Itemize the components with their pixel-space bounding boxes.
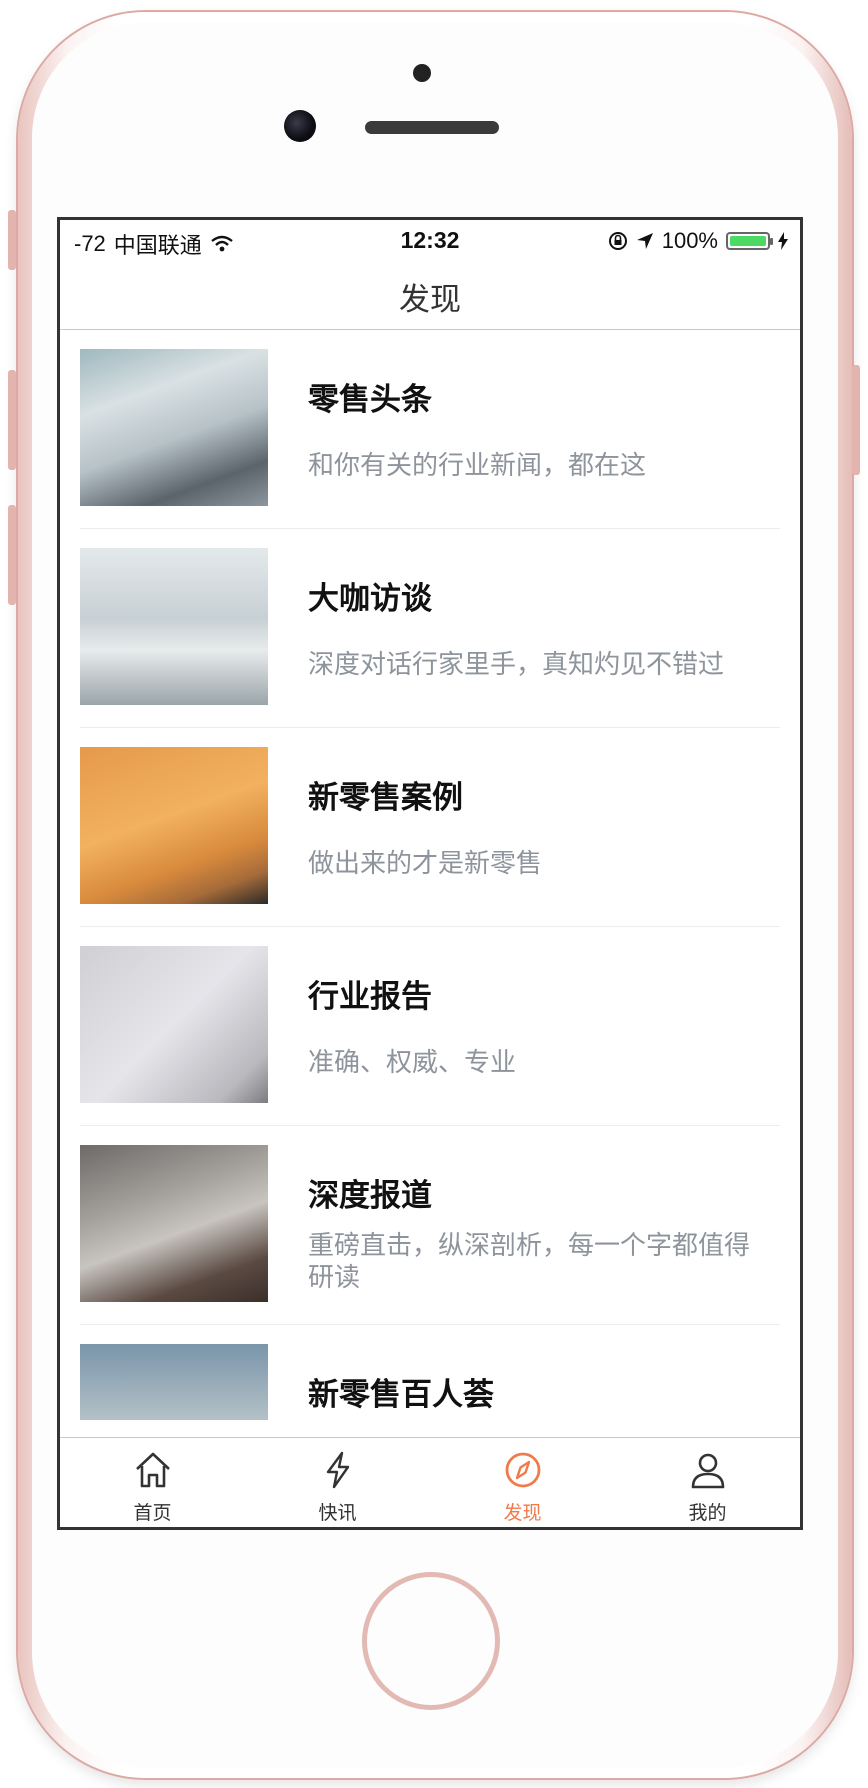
list-item[interactable]: 行业报告 准确、权威、专业 — [80, 927, 780, 1126]
pens-thumbnail — [80, 946, 268, 1103]
power-button — [852, 365, 860, 475]
tab-discover[interactable]: 发现 — [430, 1438, 615, 1527]
mute-switch — [8, 210, 16, 270]
item-title: 深度报道 — [308, 1178, 432, 1214]
home-icon — [135, 1452, 170, 1488]
user-icon — [691, 1453, 724, 1489]
volume-up-button — [8, 370, 16, 470]
charging-bolt-icon — [778, 232, 788, 250]
front-camera — [284, 110, 316, 142]
list-item[interactable]: 深度报道 重磅直击，纵深剖析，每一个字都值得研读 — [80, 1126, 780, 1325]
tab-label: 快讯 — [318, 1502, 357, 1524]
laptop-thumbnail — [80, 1145, 268, 1302]
status-bar: -72 中国联通 12:32 100% — [60, 220, 800, 260]
navigation-bar: 发现 — [60, 260, 800, 330]
compass-icon — [505, 1452, 540, 1488]
lightning-icon — [326, 1451, 349, 1489]
home-button[interactable] — [362, 1572, 500, 1710]
discover-list[interactable]: 零售头条 和你有关的行业新闻，都在这 大咖访谈 深度对话行家里手，真知灼见不错过… — [60, 330, 800, 1420]
earpiece-speaker — [365, 121, 499, 134]
tab-home[interactable]: 首页 — [60, 1438, 245, 1527]
list-item[interactable]: 零售头条 和你有关的行业新闻，都在这 — [80, 330, 780, 529]
tab-label: 我的 — [688, 1502, 727, 1524]
item-title: 大咖访谈 — [308, 581, 432, 617]
list-item[interactable]: 新零售百人荟 — [80, 1325, 780, 1420]
page-title: 发现 — [399, 282, 461, 318]
item-description: 和你有关的行业新闻，都在这 — [308, 451, 647, 481]
list-item[interactable]: 大咖访谈 深度对话行家里手，真知灼见不错过 — [80, 529, 780, 728]
skyline-thumbnail — [80, 1344, 268, 1420]
rotation-lock-icon — [608, 232, 627, 250]
list-item[interactable]: 新零售案例 做出来的才是新零售 — [80, 728, 780, 927]
item-title: 新零售百人荟 — [308, 1377, 494, 1413]
screen: -72 中国联通 12:32 100% 发现 零售头条 和你有关的行业新闻，都在… — [57, 217, 803, 1530]
tab-label: 首页 — [133, 1502, 172, 1524]
item-description: 做出来的才是新零售 — [308, 849, 543, 879]
item-description: 准确、权威、专业 — [308, 1048, 517, 1078]
location-arrow-icon — [636, 233, 653, 249]
newspaper-thumbnail — [80, 349, 268, 506]
item-title: 零售头条 — [308, 382, 432, 418]
tab-me[interactable]: 我的 — [615, 1438, 800, 1527]
tab-bar: 首页 快讯 发现 我的 — [60, 1437, 800, 1527]
item-title: 行业报告 — [308, 979, 432, 1015]
proximity-sensor — [413, 64, 431, 82]
volume-down-button — [8, 505, 16, 605]
battery-icon — [726, 232, 773, 250]
battery-percent: 100% — [661, 228, 718, 253]
tab-label: 发现 — [503, 1502, 542, 1524]
notebook-thumbnail — [80, 747, 268, 904]
item-description: 深度对话行家里手，真知灼见不错过 — [308, 650, 725, 680]
tab-news-flash[interactable]: 快讯 — [245, 1438, 430, 1527]
item-title: 新零售案例 — [308, 780, 463, 816]
interview-thumbnail — [80, 548, 268, 705]
item-description: 重磅直击，纵深剖析，每一个字都值得研读 — [308, 1231, 751, 1293]
